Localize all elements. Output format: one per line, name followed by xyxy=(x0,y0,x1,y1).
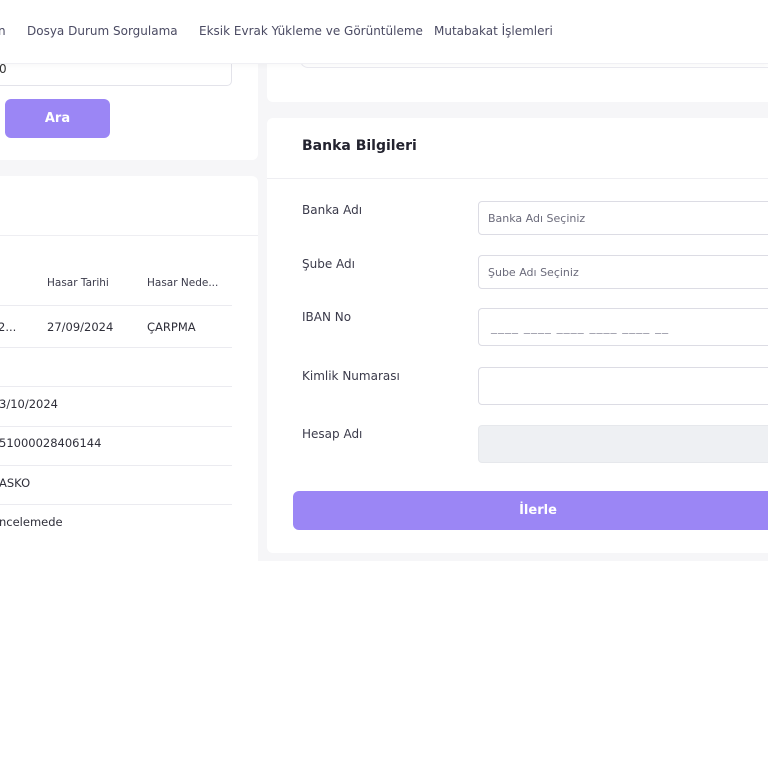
detail-divider xyxy=(0,504,232,505)
nav-item-eksik-evrak[interactable]: Eksik Evrak Yükleme ve Görüntüleme xyxy=(199,24,423,38)
bank-title-divider xyxy=(267,178,768,179)
bank-name-label: Banka Adı xyxy=(302,203,363,217)
continue-button[interactable]: İlerle xyxy=(293,491,768,530)
table-cell-hasar-tarihi: 27/09/2024 xyxy=(47,320,114,334)
search-button[interactable]: Ara xyxy=(5,99,110,138)
nav-item-partial[interactable]: n xyxy=(0,24,6,38)
nav-item-dosya-durum-sorgulama[interactable]: Dosya Durum Sorgulama xyxy=(27,24,178,38)
top-navigation: n Dosya Durum Sorgulama Eksik Evrak Yükl… xyxy=(0,0,768,64)
detail-divider xyxy=(0,426,232,427)
table-cell: 2... xyxy=(0,320,17,334)
detail-value-date: 3/10/2024 xyxy=(0,397,58,411)
branch-name-placeholder: Şube Adı Seçiniz xyxy=(488,265,579,279)
column-header-hasar-tarihi[interactable]: Hasar Tarihi xyxy=(47,277,109,289)
table-cell-hasar-nedeni: ÇARPMA xyxy=(147,320,196,334)
results-header-divider xyxy=(0,235,258,236)
bank-name-select[interactable]: Banka Adı Seçiniz xyxy=(478,201,768,235)
branch-name-label: Şube Adı xyxy=(302,257,355,271)
table-header-divider xyxy=(0,305,232,306)
account-name-label: Hesap Adı xyxy=(302,427,363,441)
iban-input[interactable]: ____ ____ ____ ____ ____ __ xyxy=(478,308,768,346)
bank-info-title: Banka Bilgileri xyxy=(302,138,417,154)
iban-label: IBAN No xyxy=(302,310,352,324)
table-row-divider xyxy=(0,347,232,348)
detail-value-status: ncelemede xyxy=(0,515,63,529)
bank-name-placeholder: Banka Adı Seçiniz xyxy=(488,211,586,225)
nav-item-mutabakat[interactable]: Mutabakat İşlemleri xyxy=(434,24,553,38)
identity-number-input[interactable] xyxy=(478,367,768,405)
detail-value-number: 51000028406144 xyxy=(0,436,102,450)
column-header-hasar-nedeni[interactable]: Hasar Nede... xyxy=(147,277,218,289)
identity-number-label: Kimlik Numarası xyxy=(302,369,400,383)
detail-divider xyxy=(0,465,232,466)
detail-value-type: ASKO xyxy=(0,476,31,490)
detail-divider xyxy=(0,386,232,387)
account-name-input xyxy=(478,425,768,463)
iban-mask: ____ ____ ____ ____ ____ __ xyxy=(491,320,670,334)
results-card xyxy=(0,176,258,566)
branch-name-select[interactable]: Şube Adı Seçiniz xyxy=(478,255,768,289)
